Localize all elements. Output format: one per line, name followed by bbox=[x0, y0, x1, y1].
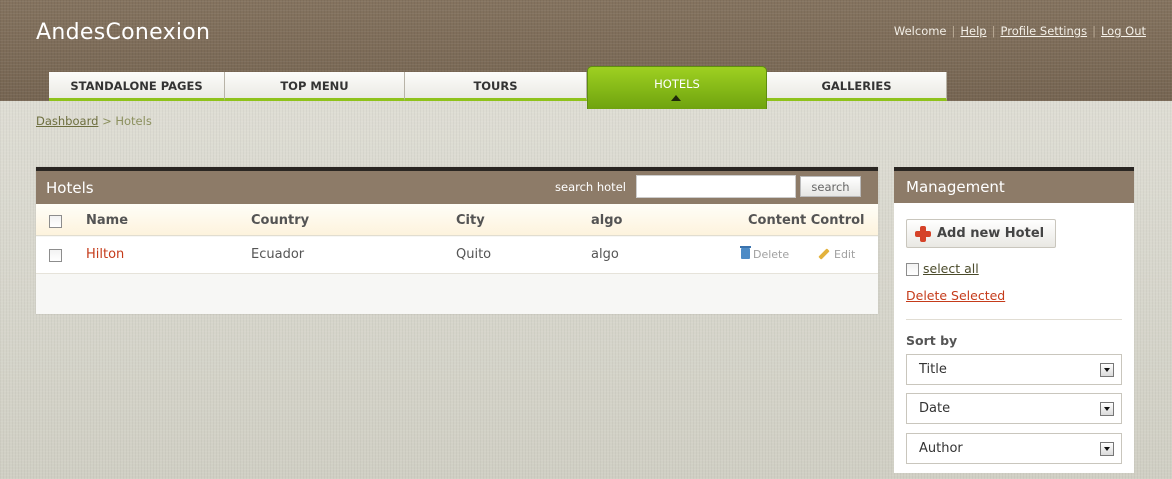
tab-standalone-pages[interactable]: STANDALONE PAGES bbox=[49, 72, 225, 101]
edit-label: Edit bbox=[834, 248, 856, 261]
breadcrumb-dashboard-link[interactable]: Dashboard bbox=[36, 114, 98, 128]
add-new-hotel-button[interactable]: Add new Hotel bbox=[906, 219, 1056, 248]
sort-date-select[interactable]: Date bbox=[906, 393, 1122, 424]
divider bbox=[906, 319, 1122, 320]
management-header: Management bbox=[894, 171, 1134, 203]
logout-link[interactable]: Log Out bbox=[1101, 24, 1146, 38]
select-all-rows-checkbox[interactable] bbox=[49, 215, 62, 228]
sort-author-select[interactable]: Author bbox=[906, 433, 1122, 464]
hotels-panel: Hotels search hotel search Name Country … bbox=[36, 167, 878, 314]
welcome-text: Welcome bbox=[893, 24, 947, 38]
row-checkbox[interactable] bbox=[49, 249, 62, 262]
management-title: Management bbox=[906, 178, 1005, 196]
breadcrumb-current: Hotels bbox=[115, 114, 152, 128]
column-name[interactable]: Name bbox=[86, 213, 128, 228]
sort-by-label: Sort by bbox=[906, 333, 958, 348]
help-link[interactable]: Help bbox=[960, 24, 986, 38]
header-bar: AndesConexion Welcome | Help | Profile Setti… bbox=[0, 0, 1172, 109]
column-content-control: Content Control bbox=[748, 213, 865, 228]
separator: | bbox=[991, 24, 996, 38]
separator: | bbox=[951, 24, 956, 38]
sort-date-value: Date bbox=[919, 401, 951, 416]
sort-author-value: Author bbox=[919, 441, 963, 456]
management-panel: Management Add new Hotel select all Dele… bbox=[894, 167, 1134, 473]
hotel-city: Quito bbox=[456, 247, 492, 262]
trash-icon bbox=[740, 246, 751, 259]
plus-icon bbox=[915, 226, 931, 242]
chevron-down-icon[interactable] bbox=[1100, 363, 1114, 377]
search-label: search hotel bbox=[555, 180, 626, 194]
chevron-down-icon[interactable] bbox=[1100, 402, 1114, 416]
hotel-name-link[interactable]: Hilton bbox=[86, 247, 124, 262]
hotel-country: Ecuador bbox=[251, 247, 305, 262]
search-button[interactable]: search bbox=[800, 176, 861, 197]
delete-action[interactable]: Delete bbox=[740, 246, 790, 261]
table-row: Hilton Ecuador Quito algo Delete Edit bbox=[36, 237, 878, 274]
column-city[interactable]: City bbox=[456, 213, 485, 228]
hotels-panel-header: Hotels search hotel search bbox=[36, 171, 878, 204]
hotel-algo: algo bbox=[591, 247, 619, 262]
tab-hotels[interactable]: HOTELS bbox=[587, 66, 767, 109]
tab-tours[interactable]: TOURS bbox=[405, 72, 587, 101]
column-country[interactable]: Country bbox=[251, 213, 309, 228]
table-header: Name Country City algo Content Control bbox=[36, 204, 878, 236]
select-all-link[interactable]: select all bbox=[923, 261, 979, 276]
sort-title-select[interactable]: Title bbox=[906, 354, 1122, 385]
column-algo[interactable]: algo bbox=[591, 213, 622, 228]
breadcrumb: Dashboard > Hotels bbox=[36, 114, 152, 128]
separator: | bbox=[1092, 24, 1096, 38]
tab-top-menu[interactable]: TOP MENU bbox=[225, 72, 405, 101]
delete-selected-link[interactable]: Delete Selected bbox=[906, 288, 1005, 303]
pencil-icon bbox=[818, 248, 830, 260]
chevron-down-icon[interactable] bbox=[1100, 442, 1114, 456]
add-new-hotel-label: Add new Hotel bbox=[937, 226, 1045, 241]
sort-title-value: Title bbox=[919, 362, 947, 377]
delete-label: Delete bbox=[753, 248, 790, 261]
breadcrumb-separator: > bbox=[102, 114, 112, 128]
tab-galleries[interactable]: GALLERIES bbox=[767, 72, 947, 101]
app-logo[interactable]: AndesConexion bbox=[36, 20, 210, 45]
profile-settings-link[interactable]: Profile Settings bbox=[1000, 24, 1087, 38]
top-links: Welcome | Help | Profile Settings | Log Out bbox=[894, 24, 1146, 38]
edit-action[interactable]: Edit bbox=[818, 248, 855, 261]
select-all-checkbox[interactable] bbox=[906, 263, 919, 276]
search-hotel-input[interactable] bbox=[636, 175, 796, 198]
hotels-panel-title: Hotels bbox=[46, 179, 94, 197]
